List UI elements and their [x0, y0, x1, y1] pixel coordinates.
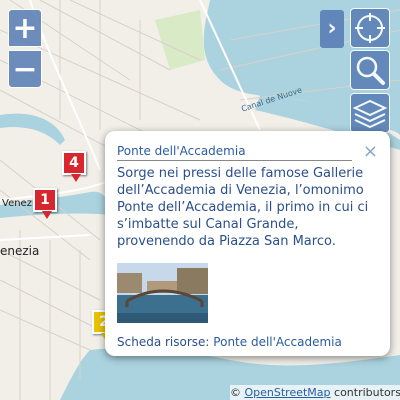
osm-link[interactable]: OpenStreetMap	[245, 386, 331, 399]
map-marker-1[interactable]: 1	[33, 188, 57, 219]
expand-panel-button[interactable]: ›	[320, 10, 344, 48]
map-label-venezia: enezia	[0, 244, 40, 258]
close-icon[interactable]: ×	[363, 143, 378, 161]
zoom-out-button[interactable]: −	[8, 50, 42, 88]
layers-icon	[352, 99, 388, 129]
zoom-in-button[interactable]: +	[8, 9, 42, 47]
contributors-text: contributors	[334, 386, 400, 399]
resource-sheet-label: Scheda risorse:	[117, 335, 210, 349]
resource-sheet-link[interactable]: Ponte dell'Accademia	[213, 335, 342, 349]
popup-title: Ponte dell'Accademia	[117, 143, 352, 161]
locate-button[interactable]	[350, 8, 390, 48]
zoom-control: + −	[8, 9, 42, 89]
bridge-photo[interactable]	[117, 263, 208, 323]
layers-button[interactable]	[350, 93, 390, 133]
copyright-symbol: ©	[230, 386, 241, 399]
search-icon	[356, 56, 385, 85]
map-marker-4[interactable]: 4	[62, 151, 86, 182]
info-popup: Ponte dell'Accademia × Sorge nei pressi …	[105, 131, 390, 356]
map-attribution: © OpenStreetMap contributors	[230, 385, 400, 400]
popup-footer: Scheda risorse: Ponte dell'Accademia	[117, 334, 378, 350]
locate-icon	[355, 13, 385, 43]
search-button[interactable]	[350, 50, 390, 90]
popup-description: Sorge nei pressi delle famose Gallerie d…	[117, 166, 369, 249]
